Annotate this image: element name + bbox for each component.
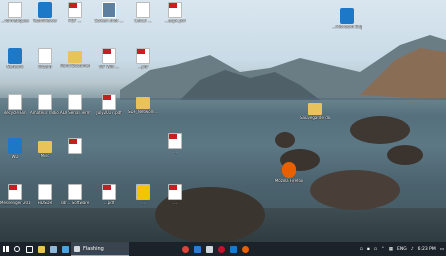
tray-icon-3[interactable]: ▫: [372, 247, 379, 252]
wizard-icon: [38, 48, 52, 64]
software-icon: [68, 184, 82, 200]
hdsdr-icon: [38, 184, 52, 200]
folder-icon: [136, 97, 150, 109]
desktop-icon-network[interactable]: Network: [0, 48, 30, 80]
desktop-icon-pdf-4[interactable]: ...pdf: [128, 48, 158, 80]
desktop-icon-pdf-6[interactable]: ...: [60, 138, 90, 170]
app-icon: [205, 245, 213, 253]
taskbar-app-7[interactable]: [227, 242, 239, 256]
terminal-icon: [68, 94, 82, 110]
edge-icon: [340, 8, 354, 24]
desktop-icon-sdf-network[interactable]: SDF_Network...: [128, 94, 158, 126]
desktop-icon-wd[interactable]: WD: [0, 138, 30, 170]
document-icon: [38, 94, 52, 110]
pdf-icon: [8, 184, 22, 200]
desktop-icon-word-doc[interactable]: Word Document: [60, 48, 90, 80]
desktop-icon-wizard[interactable]: Wizard: [30, 48, 60, 80]
network-icon[interactable]: ▦: [387, 247, 395, 252]
desktop-icon-media[interactable]: ...: [128, 184, 158, 216]
notifications-icon[interactable]: ▭: [438, 247, 446, 252]
desktop-icon-folder-right[interactable]: Sauvegarde documents: [300, 100, 330, 132]
tray-icon-4[interactable]: ⌃: [379, 247, 387, 252]
taskbar-app-5[interactable]: [203, 242, 215, 256]
wd-icon: [8, 138, 22, 154]
desktop-icon-sdr-software[interactable]: sdr... Software: [60, 184, 90, 216]
desktop-icon-pdf-3[interactable]: WF Wifi ...: [94, 48, 124, 80]
desktop-icon-pdf-9[interactable]: ...: [160, 184, 190, 216]
task-view-button[interactable]: [23, 242, 35, 256]
pdf-icon: [102, 48, 116, 64]
taskbar-flashing-window[interactable]: Flashing: [71, 242, 129, 256]
search-button[interactable]: [11, 242, 23, 256]
firefox-icon: [282, 162, 296, 178]
desktop-icon-informatiques[interactable]: ...formatiques: [0, 2, 30, 34]
file-explorer-icon: [37, 245, 45, 253]
taskbar-app-4[interactable]: [191, 242, 203, 256]
desktop-icon-teamviewer[interactable]: TeamViewer: [30, 2, 60, 34]
app-icon: [217, 245, 225, 253]
folder-icon: [308, 103, 322, 115]
desktop-icon-image-1[interactable]: Screen shot ...: [94, 2, 124, 34]
app-icon: [61, 245, 69, 253]
desktop-icon-hdsdr[interactable]: HDSDR: [30, 184, 60, 216]
pdf-icon: [168, 2, 182, 18]
pdf-icon: [102, 94, 116, 110]
desktop-icon-doc-1[interactable]: Calcul ...: [128, 2, 158, 34]
folder-icon: [38, 141, 52, 153]
pdf-icon: [68, 138, 82, 154]
windows-logo-icon: [2, 246, 9, 252]
desktop-icon-pdf-2[interactable]: ...aspx.pdf: [160, 2, 190, 34]
desktop-icon-adi-terminal[interactable]: ADI Serial Terminal: [60, 94, 90, 126]
taskbar-chrome[interactable]: [179, 242, 191, 256]
document-icon: [8, 2, 22, 18]
volume-icon[interactable]: ♪: [409, 247, 416, 252]
desktop-icon-pdf-7[interactable]: ...: [160, 133, 190, 165]
pdf-icon: [136, 48, 150, 64]
desktop-icon-firefox[interactable]: Mozilla Firefox: [274, 162, 304, 194]
clock[interactable]: 6:23 PM: [416, 247, 438, 252]
taskbar: Flashing ▫ ▪ ▫ ⌃ ▦ ENG ♪ 6:23 PM ▭: [0, 242, 446, 256]
taskbar-app-2[interactable]: [47, 242, 59, 256]
desktop-icon-pdf-1[interactable]: PDF ...: [60, 2, 90, 34]
desktop-icon-edge[interactable]: ...Microsoft Edge: [332, 8, 362, 40]
tray-icon-1[interactable]: ▫: [358, 247, 365, 252]
chrome-icon: [181, 245, 189, 253]
desktop-icon-amateur-radio[interactable]: Amateur radio pl...: [30, 94, 60, 126]
image-icon: [102, 2, 116, 18]
taskbar-flashing-label: Flashing: [83, 245, 104, 252]
teamviewer-icon: [38, 2, 52, 18]
window-icon: [74, 245, 80, 252]
desktop-icon-pdf-5[interactable]: July2017.pdf: [94, 94, 124, 126]
app-icon: [49, 245, 57, 253]
network-icon: [8, 48, 22, 64]
mail-icon: [193, 245, 201, 253]
task-view-icon: [25, 245, 33, 253]
system-tray: ▫ ▪ ▫ ⌃ ▦ ENG ♪ 6:23 PM ▭: [358, 242, 446, 256]
media-icon: [136, 184, 150, 200]
desktop[interactable]: ...formatiques TeamViewer PDF ... Screen…: [0, 0, 446, 242]
tray-icon-2[interactable]: ▪: [365, 247, 372, 252]
desktop-icon-pdf-8[interactable]: ...pdf: [94, 184, 124, 216]
firefox-icon: [241, 245, 249, 253]
desktop-icon-messenger-pdf[interactable]: Messenger 2017-11.pdf: [0, 184, 30, 216]
search-icon: [14, 246, 20, 252]
taskbar-firefox[interactable]: [239, 242, 251, 256]
start-button[interactable]: [0, 242, 11, 256]
folder-icon: [68, 51, 82, 63]
document-icon: [136, 2, 150, 18]
desktop-icon-misc[interactable]: Misc: [30, 138, 60, 170]
pdf-icon: [168, 133, 182, 149]
taskbar-app-3[interactable]: [59, 242, 71, 256]
taskbar-app-1[interactable]: [35, 242, 47, 256]
app-icon: [229, 245, 237, 253]
pdf-icon: [68, 2, 82, 18]
desktop-icon-recycle-bin[interactable]: Recycle Bin: [0, 94, 30, 126]
pdf-icon: [102, 184, 116, 200]
language-indicator[interactable]: ENG: [395, 247, 409, 252]
pdf-icon: [168, 184, 182, 200]
recycle-bin-icon: [8, 94, 22, 110]
taskbar-app-6[interactable]: [215, 242, 227, 256]
